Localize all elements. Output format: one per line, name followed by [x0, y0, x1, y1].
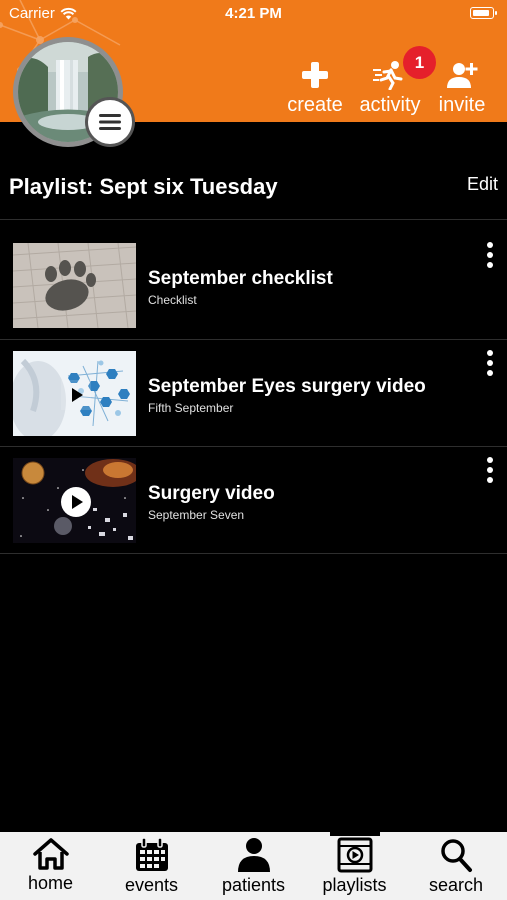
playlist-item-eyes-surgery-video[interactable]: September Eyes surgery video Fifth Septe…: [0, 348, 507, 455]
item-title: Surgery video: [148, 483, 275, 504]
more-options-icon[interactable]: [484, 348, 496, 378]
person-icon: [237, 838, 270, 872]
checklist-thumbnail: [13, 243, 136, 328]
home-icon: [32, 838, 69, 870]
tab-patients-label: patients: [221, 875, 286, 895]
tab-events-label: events: [124, 875, 179, 895]
video-thumbnail: [13, 351, 136, 436]
status-bar: Carrier 4:21 PM: [0, 0, 507, 28]
item-title: September Eyes surgery video: [148, 376, 426, 397]
more-options-icon[interactable]: [484, 455, 496, 485]
item-subtitle: Fifth September: [148, 401, 234, 415]
active-tab-indicator: [330, 832, 380, 836]
plus-icon: [302, 62, 328, 88]
hamburger-icon: [99, 114, 121, 130]
tab-playlists-label: playlists: [322, 875, 387, 895]
playlist-title: Playlist: Sept six Tuesday: [9, 174, 278, 199]
paw-print-image: [13, 243, 136, 328]
divider: [0, 339, 507, 340]
tab-home[interactable]: home: [0, 837, 101, 894]
create-button[interactable]: create: [283, 60, 347, 117]
playlist-item-surgery-video[interactable]: Surgery video September Seven: [0, 455, 507, 562]
item-subtitle: September Seven: [148, 508, 245, 522]
create-label: create: [287, 94, 343, 116]
divider: [0, 553, 507, 554]
divider: [0, 446, 507, 447]
more-options-icon[interactable]: [484, 240, 496, 270]
video-thumbnail: [13, 458, 136, 543]
tab-bar: home events patients playlists search: [0, 832, 507, 900]
invite-label: invite: [438, 94, 486, 116]
tab-patients[interactable]: patients: [203, 837, 304, 896]
activity-badge: 1: [403, 46, 436, 79]
status-time: 4:21 PM: [225, 5, 282, 22]
tab-search-label: search: [428, 875, 484, 895]
search-icon: [441, 839, 472, 872]
running-person-icon: [373, 61, 403, 90]
divider: [0, 219, 507, 220]
activity-label: activity: [359, 94, 421, 116]
item-title: September checklist: [148, 268, 333, 289]
add-person-icon: [447, 63, 478, 88]
invite-button[interactable]: invite: [434, 60, 490, 117]
play-icon[interactable]: [61, 380, 91, 410]
edit-button[interactable]: Edit: [467, 174, 498, 195]
tab-events[interactable]: events: [101, 837, 202, 896]
calendar-icon: [135, 837, 168, 871]
tab-home-label: home: [27, 873, 74, 893]
play-icon[interactable]: [61, 487, 91, 517]
tab-playlists[interactable]: playlists: [304, 837, 405, 896]
item-subtitle: Checklist: [148, 293, 197, 307]
playlist-item-checklist[interactable]: September checklist Checklist: [0, 240, 507, 347]
playlist-icon: [337, 837, 372, 873]
menu-button[interactable]: [85, 97, 135, 147]
battery-icon: [470, 7, 497, 19]
tab-search[interactable]: search: [405, 837, 507, 896]
